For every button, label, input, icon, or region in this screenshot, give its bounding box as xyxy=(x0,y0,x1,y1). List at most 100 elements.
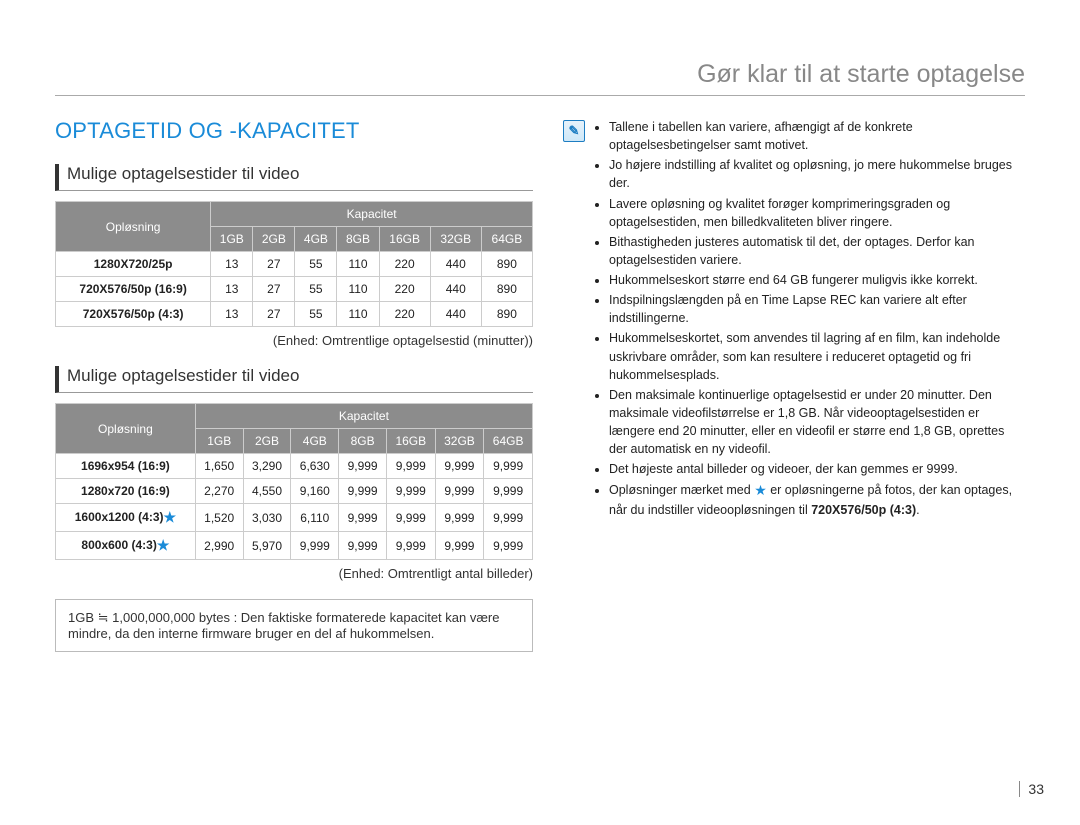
info-item: Den maksimale kontinuerlige optagelsesti… xyxy=(609,386,1025,459)
table1-caption: (Enhed: Omtrentlige optagelsestid (minut… xyxy=(55,333,533,348)
capacity-col: 8GB xyxy=(339,429,387,454)
table-cell: 9,999 xyxy=(435,532,484,560)
table-cell: 5,970 xyxy=(243,532,291,560)
table-cell: 9,999 xyxy=(484,479,533,504)
row-label: 800x600 (4:3)★ xyxy=(56,532,196,560)
content-columns: OPTAGETID OG -KAPACITET Mulige optagelse… xyxy=(55,118,1025,652)
capacity-col: 1GB xyxy=(211,227,253,252)
main-heading: OPTAGETID OG -KAPACITET xyxy=(55,118,533,144)
table-cell: 6,110 xyxy=(291,504,339,532)
capacity-col: 64GB xyxy=(481,227,532,252)
info-item: Tallene i tabellen kan variere, afhængig… xyxy=(609,118,1025,154)
table-cell: 220 xyxy=(379,277,430,302)
table-cell: 55 xyxy=(295,277,337,302)
table-cell: 2,990 xyxy=(195,532,243,560)
table-row: 1600x1200 (4:3)★1,5203,0306,1109,9999,99… xyxy=(56,504,533,532)
table-row: 720X576/50p (16:9)132755110220440890 xyxy=(56,277,533,302)
table-cell: 55 xyxy=(295,252,337,277)
capacity-col: 16GB xyxy=(379,227,430,252)
info-item: Jo højere indstilling af kvalitet og opl… xyxy=(609,156,1025,192)
photo-count-table: Opløsning Kapacitet 1GB2GB4GB8GB16GB32GB… xyxy=(55,403,533,560)
table-cell: 9,999 xyxy=(339,479,387,504)
table-cell: 13 xyxy=(211,302,253,327)
right-column: ✎ Tallene i tabellen kan variere, afhæng… xyxy=(563,118,1025,652)
table-cell: 6,630 xyxy=(291,454,339,479)
star-icon: ★ xyxy=(157,537,170,553)
table-cell: 55 xyxy=(295,302,337,327)
table-cell: 9,999 xyxy=(339,454,387,479)
table-cell: 220 xyxy=(379,302,430,327)
video-time-table: Opløsning Kapacitet 1GB2GB4GB8GB16GB32GB… xyxy=(55,201,533,327)
table-row: 1280x720 (16:9)2,2704,5509,1609,9999,999… xyxy=(56,479,533,504)
table2-caption: (Enhed: Omtrentligt antal billeder) xyxy=(55,566,533,581)
info-item: Det højeste antal billeder og videoer, d… xyxy=(609,460,1025,478)
table-cell: 110 xyxy=(337,302,379,327)
table-row: 1696x954 (16:9)1,6503,2906,6309,9999,999… xyxy=(56,454,533,479)
table-cell: 13 xyxy=(211,277,253,302)
subheading-1: Mulige optagelsestider til video xyxy=(55,164,533,191)
table-row: 720X576/50p (4:3)132755110220440890 xyxy=(56,302,533,327)
table-cell: 13 xyxy=(211,252,253,277)
row-label: 720X576/50p (4:3) xyxy=(56,302,211,327)
col-resolution: Opløsning xyxy=(56,404,196,454)
table-cell: 110 xyxy=(337,252,379,277)
capacity-col: 32GB xyxy=(435,429,484,454)
table-cell: 3,290 xyxy=(243,454,291,479)
capacity-col: 8GB xyxy=(337,227,379,252)
table-cell: 9,999 xyxy=(484,454,533,479)
col-capacity: Kapacitet xyxy=(211,202,533,227)
row-label: 1696x954 (16:9) xyxy=(56,454,196,479)
table-cell: 9,999 xyxy=(435,504,484,532)
table-cell: 110 xyxy=(337,277,379,302)
table-cell: 27 xyxy=(253,252,295,277)
subheading-2: Mulige optagelsestider til video xyxy=(55,366,533,393)
col-resolution: Opløsning xyxy=(56,202,211,252)
table-cell: 440 xyxy=(430,277,481,302)
info-item: Hukommelseskort større end 64 GB fungere… xyxy=(609,271,1025,289)
info-item: Bithastigheden justeres automatisk til d… xyxy=(609,233,1025,269)
table-cell: 9,999 xyxy=(435,479,484,504)
table-cell: 440 xyxy=(430,302,481,327)
table-cell: 890 xyxy=(481,277,532,302)
table-cell: 9,999 xyxy=(386,479,435,504)
table-cell: 220 xyxy=(379,252,430,277)
table-cell: 9,999 xyxy=(386,532,435,560)
info-block: ✎ Tallene i tabellen kan variere, afhæng… xyxy=(563,118,1025,521)
table-cell: 2,270 xyxy=(195,479,243,504)
table-cell: 9,999 xyxy=(386,504,435,532)
col-capacity: Kapacitet xyxy=(195,404,532,429)
capacity-col: 4GB xyxy=(295,227,337,252)
capacity-col: 16GB xyxy=(386,429,435,454)
capacity-col: 4GB xyxy=(291,429,339,454)
capacity-col: 32GB xyxy=(430,227,481,252)
table-cell: 3,030 xyxy=(243,504,291,532)
table-cell: 27 xyxy=(253,302,295,327)
capacity-col: 2GB xyxy=(243,429,291,454)
table-cell: 9,999 xyxy=(484,504,533,532)
capacity-col: 64GB xyxy=(484,429,533,454)
gb-note: 1GB ≒ 1,000,000,000 bytes : Den faktiske… xyxy=(55,599,533,652)
left-column: OPTAGETID OG -KAPACITET Mulige optagelse… xyxy=(55,118,533,652)
row-label: 1280X720/25p xyxy=(56,252,211,277)
capacity-col: 1GB xyxy=(195,429,243,454)
star-icon: ★ xyxy=(163,509,176,525)
info-item: Hukommelseskortet, som anvendes til lagr… xyxy=(609,329,1025,383)
info-item: Indspilningslængden på en Time Lapse REC… xyxy=(609,291,1025,327)
capacity-col: 2GB xyxy=(253,227,295,252)
page-header-title: Gør klar til at starte optagelse xyxy=(55,60,1025,96)
table-cell: 9,999 xyxy=(291,532,339,560)
row-label: 1280x720 (16:9) xyxy=(56,479,196,504)
table-cell: 9,160 xyxy=(291,479,339,504)
table-cell: 890 xyxy=(481,302,532,327)
note-icon: ✎ xyxy=(563,120,585,142)
row-label: 720X576/50p (16:9) xyxy=(56,277,211,302)
bold-resolution: 720X576/50p (4:3) xyxy=(811,503,916,517)
table-cell: 9,999 xyxy=(339,532,387,560)
table-cell: 1,650 xyxy=(195,454,243,479)
table-cell: 27 xyxy=(253,277,295,302)
page-number: 33 xyxy=(1019,781,1044,797)
table-cell: 1,520 xyxy=(195,504,243,532)
info-list: Tallene i tabellen kan variere, afhængig… xyxy=(595,118,1025,521)
table-cell: 9,999 xyxy=(435,454,484,479)
row-label: 1600x1200 (4:3)★ xyxy=(56,504,196,532)
